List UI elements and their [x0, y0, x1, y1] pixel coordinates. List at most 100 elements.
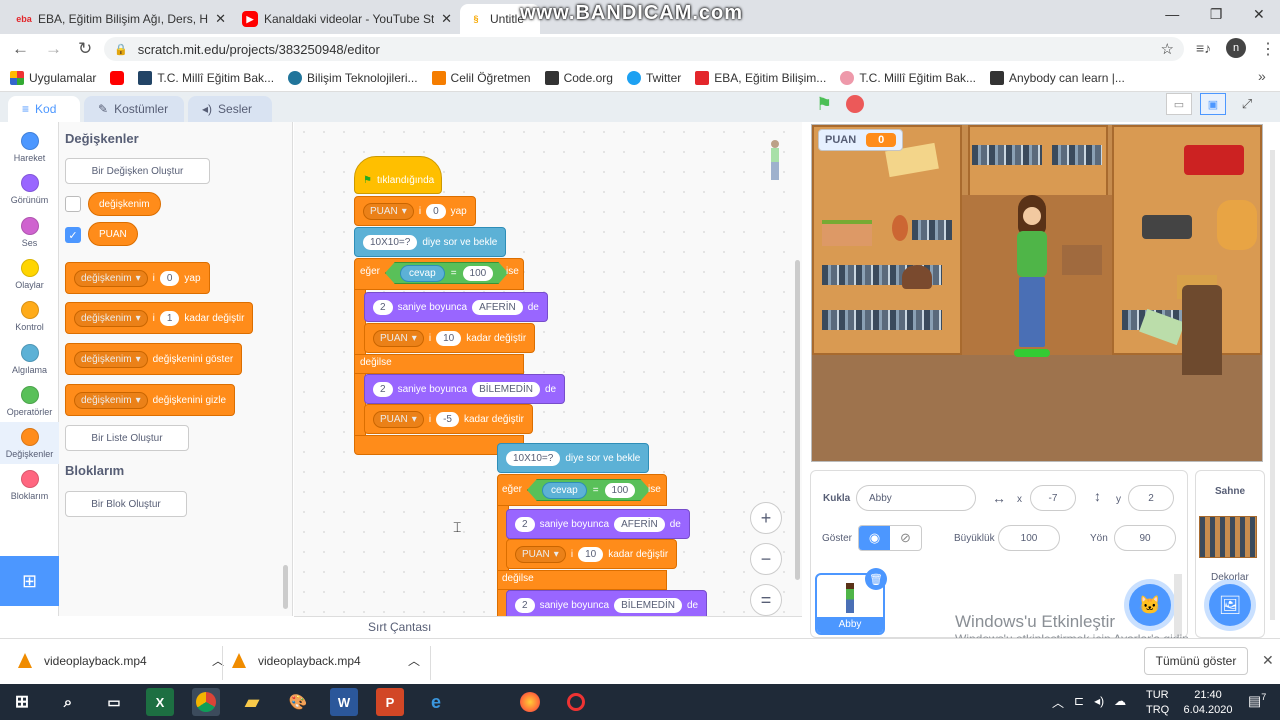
bookmark-codeorg[interactable]: Code.org — [544, 70, 613, 85]
tab-eba[interactable]: eba EBA, Eğitim Bilişim Ağı, Ders, Hab ✕ — [8, 4, 234, 34]
question-input[interactable]: 10X10=? — [506, 450, 561, 466]
value-input[interactable]: 1 — [159, 310, 180, 326]
page-scrollbar[interactable] — [1270, 150, 1275, 620]
workspace-scrollbar-v[interactable] — [795, 260, 800, 580]
abby-sprite[interactable] — [1010, 195, 1054, 385]
text-input[interactable]: AFERİN — [472, 299, 523, 315]
text-input[interactable]: BİLEMEDİN — [472, 381, 540, 397]
value-input[interactable]: -5 — [436, 411, 459, 427]
category-9[interactable]: Bloklarım — [0, 464, 59, 506]
firefox-icon[interactable] — [516, 688, 544, 716]
variable-dropdown[interactable]: değişkenim ▾ — [74, 350, 148, 368]
download-item[interactable]: videoplayback.mp4 ︿ — [232, 652, 420, 669]
input-language[interactable]: TUR TRQ — [1146, 688, 1169, 718]
green-flag-icon[interactable]: ⚑ — [816, 94, 832, 115]
answer-reporter[interactable]: cevap — [400, 264, 445, 282]
variable-dropdown[interactable]: değişkenim ▾ — [74, 309, 148, 327]
word-icon[interactable]: W — [330, 688, 358, 716]
change-puan-block[interactable]: PUAN▾ i -5 kadar değiştir — [364, 404, 533, 434]
variable-checkbox[interactable] — [65, 196, 81, 212]
bookmark-meb2[interactable]: T.C. Millî Eğitim Bak... — [840, 70, 976, 85]
value-input[interactable]: 0 — [426, 203, 446, 219]
puan-checkbox[interactable]: ✓ — [65, 227, 81, 243]
value-input[interactable]: 10 — [436, 330, 462, 346]
extension-button[interactable]: ⊞ — [0, 556, 59, 606]
tab-costumes[interactable]: ✎ Kostümler — [84, 96, 184, 122]
make-list-button[interactable]: Bir Liste Oluştur — [65, 425, 189, 451]
eye-icon[interactable]: ◉ — [859, 526, 890, 550]
bookmarks-more-icon[interactable]: » — [1258, 68, 1266, 84]
set-variable-block[interactable]: değişkenim ▾ i 0 yap — [65, 262, 210, 294]
bookmark-apps[interactable]: Uygulamalar — [10, 70, 96, 85]
value-input[interactable]: 0 — [159, 270, 180, 286]
reporter-variable[interactable]: değişkenim — [88, 192, 161, 216]
choose-backdrop-button[interactable]: 🖼 — [1209, 584, 1251, 626]
close-window-icon[interactable]: ✕ — [1253, 6, 1265, 23]
ask-and-wait-block[interactable]: 10X10=? diye sor ve bekle — [354, 227, 507, 257]
minimize-icon[interactable]: — — [1165, 6, 1179, 23]
excel-icon[interactable]: X — [146, 688, 174, 716]
reporter-puan[interactable]: PUAN — [88, 222, 138, 246]
clock[interactable]: 21:40 6.04.2020 — [1180, 688, 1236, 718]
eye-hidden-icon[interactable]: ⊘ — [890, 526, 921, 550]
powerpoint-icon[interactable]: P — [376, 688, 404, 716]
value-input[interactable]: 2 — [515, 597, 535, 613]
zoom-reset-button[interactable]: = — [750, 584, 782, 616]
tab-code[interactable]: ≡ Kod — [8, 96, 80, 122]
delete-sprite-icon[interactable]: 🗑 — [865, 568, 887, 590]
chrome-icon[interactable] — [192, 688, 220, 716]
file-explorer-icon[interactable]: ▰ — [238, 688, 266, 716]
value-input[interactable]: 2 — [515, 516, 535, 532]
maximize-icon[interactable]: ❐ — [1210, 6, 1223, 23]
text-input[interactable]: AFERİN — [614, 516, 665, 532]
say-for-secs-block[interactable]: 2 saniye boyunca AFERİN de — [364, 292, 548, 322]
close-tab-icon[interactable]: ✕ — [215, 11, 226, 27]
equals-operator[interactable]: cevap = 100 — [385, 262, 509, 284]
windows-start-icon[interactable]: ⊞ — [8, 688, 36, 716]
variable-monitor[interactable]: PUAN 0 — [818, 129, 904, 151]
palette-scrollbar[interactable] — [283, 565, 288, 609]
fullscreen-icon[interactable]: ⤢ — [1234, 93, 1260, 115]
profile-avatar[interactable]: n — [1226, 38, 1246, 58]
answer-reporter[interactable]: cevap — [542, 481, 587, 499]
bookmark-anybody[interactable]: Anybody can learn |... — [990, 70, 1125, 85]
change-variable-block[interactable]: değişkenim ▾ i 1 kadar değiştir — [65, 302, 254, 334]
search-icon[interactable]: ⌕ — [54, 688, 82, 716]
category-6[interactable]: Algılama — [0, 338, 59, 380]
forward-icon[interactable]: → — [45, 39, 62, 59]
stop-icon[interactable] — [846, 95, 864, 113]
size-input[interactable]: 100 — [998, 525, 1060, 551]
make-block-button[interactable]: Bir Blok Oluştur — [65, 491, 187, 517]
download-item[interactable]: videoplayback.mp4 ︿ — [18, 652, 224, 669]
small-stage-icon[interactable]: ▭ — [1166, 93, 1192, 115]
tab-youtube[interactable]: ▶ Kanaldaki videolar - YouTube Stu ✕ — [234, 4, 460, 34]
x-input[interactable]: -7 — [1030, 485, 1076, 511]
bookmark-eba[interactable]: EBA, Eğitim Bilişim... — [695, 70, 826, 85]
edge-icon[interactable]: e — [422, 688, 450, 716]
star-icon[interactable]: ☆ — [1161, 40, 1174, 58]
say-for-secs-block[interactable]: 2 saniye boyunca BİLEMEDİN de — [364, 374, 566, 404]
bookmark-bilisim[interactable]: Bilişim Teknolojileri... — [288, 70, 418, 85]
variable-dropdown[interactable]: PUAN▾ — [373, 410, 424, 428]
category-7[interactable]: Operatörler — [0, 380, 59, 422]
set-puan-block[interactable]: PUAN ▾ i 0 yap — [354, 196, 476, 226]
value-input[interactable]: 2 — [373, 381, 393, 397]
category-8[interactable]: Değişkenler — [0, 422, 59, 465]
url-bar[interactable]: 🔒 scratch.mit.edu/projects/383250948/edi… — [104, 37, 1184, 61]
volume-icon[interactable]: ◂) — [1094, 694, 1104, 711]
chevron-up-icon[interactable]: ︿ — [1052, 694, 1064, 711]
category-3[interactable]: Ses — [0, 211, 59, 253]
reload-icon[interactable]: ↻ — [78, 39, 92, 59]
change-puan-block[interactable]: PUAN ▾ i 10 kadar değiştir — [506, 539, 678, 569]
bandicam-icon[interactable] — [562, 688, 590, 716]
category-4[interactable]: Olaylar — [0, 253, 59, 295]
text-input[interactable]: BİLEMEDİN — [614, 597, 682, 613]
say-for-secs-block[interactable]: 2 saniye boyunca AFERİN de — [506, 509, 690, 539]
task-view-icon[interactable]: ▭ — [100, 688, 128, 716]
bookmark-youtube[interactable] — [110, 70, 125, 85]
sprite-name-input[interactable]: Abby — [856, 485, 976, 511]
category-5[interactable]: Kontrol — [0, 295, 59, 337]
notification-icon[interactable]: ▤7 — [1248, 692, 1266, 710]
tab-sounds[interactable]: ◂) Sesler — [188, 96, 272, 122]
close-downloads-icon[interactable]: ✕ — [1262, 652, 1274, 669]
